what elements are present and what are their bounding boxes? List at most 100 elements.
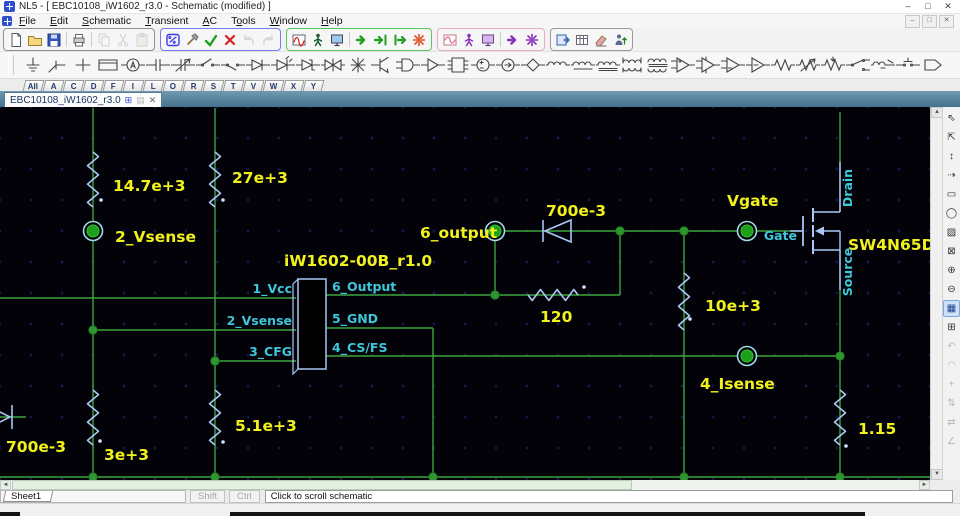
user-icon[interactable] <box>611 31 629 48</box>
maximize-button[interactable]: □ <box>920 1 936 13</box>
letter-tab-s[interactable]: S <box>202 80 225 91</box>
schematic-label[interactable]: 120 <box>540 308 573 326</box>
voltage-source-component-icon[interactable] <box>471 55 495 75</box>
schematic-label[interactable]: 1.15 <box>858 420 896 438</box>
resistor-component-icon[interactable] <box>771 55 795 75</box>
switch-push-component-icon[interactable] <box>896 55 920 75</box>
undo-icon[interactable] <box>240 31 258 48</box>
ac-scope-icon[interactable] <box>441 31 459 48</box>
minimize-button[interactable]: – <box>900 1 916 13</box>
sheet-tab[interactable]: Sheet1 <box>2 491 54 502</box>
menu-tools[interactable]: Tools <box>224 14 263 28</box>
schematic-label[interactable]: 27e+3 <box>232 169 288 187</box>
apply-icon[interactable] <box>202 31 220 48</box>
letter-tab-d[interactable]: D <box>82 80 105 91</box>
led-component-icon[interactable] <box>271 55 295 75</box>
pin-label[interactable]: 1_Vcc <box>253 281 292 297</box>
continue-icon[interactable] <box>391 31 409 48</box>
zoom-window-tool[interactable]: ⊞ <box>943 319 960 336</box>
current-source-component-icon[interactable] <box>496 55 520 75</box>
subcircuit-component-icon[interactable] <box>96 55 120 75</box>
ac-start-icon[interactable] <box>504 31 522 48</box>
logic-gate-component-icon[interactable] <box>396 55 420 75</box>
transient-screen-icon[interactable] <box>328 31 346 48</box>
select-area-tool[interactable]: ⇱ <box>943 129 960 146</box>
resistor[interactable] <box>527 288 579 302</box>
zoom-fit-tool[interactable]: ▦ <box>943 300 960 317</box>
letter-tab-y[interactable]: Y <box>302 80 325 91</box>
letter-tab-i[interactable]: I <box>122 80 145 91</box>
resistor[interactable] <box>86 389 100 446</box>
lamp-component-icon[interactable] <box>346 55 370 75</box>
ctrl-key-button[interactable]: Ctrl <box>229 490 260 503</box>
pin-label[interactable]: 4_CS/FS <box>332 340 387 356</box>
run-icon[interactable] <box>353 31 371 48</box>
angle-tool[interactable]: ∠ <box>943 433 960 450</box>
letter-tab-w[interactable]: W <box>262 80 285 91</box>
pin-label[interactable]: 5_GND <box>332 311 378 327</box>
potentiometer-component-icon[interactable] <box>821 55 845 75</box>
ac-stop-icon[interactable] <box>523 31 541 48</box>
schematic-label[interactable]: Vgate <box>727 192 778 210</box>
rotate-tool[interactable]: ↶ <box>943 338 960 355</box>
pin-label[interactable]: Source <box>840 248 855 297</box>
copy-icon[interactable] <box>95 31 113 48</box>
pin-label[interactable]: 2_Vsense <box>227 313 292 329</box>
switch-nc-component-icon[interactable] <box>221 55 245 75</box>
zoom-out-tool[interactable]: ⊖ <box>943 281 960 298</box>
select-tool[interactable]: ⇖ <box>943 110 960 127</box>
close-button[interactable]: ✕ <box>940 1 956 13</box>
buffer-component-icon[interactable] <box>421 55 445 75</box>
letter-tab-c[interactable]: C <box>62 80 85 91</box>
tools-icon[interactable] <box>183 31 201 48</box>
pin-label[interactable]: Drain <box>840 169 855 207</box>
capacitor-component-icon[interactable] <box>146 55 170 75</box>
resistor[interactable] <box>833 389 847 446</box>
letter-tab-t[interactable]: T <box>222 80 245 91</box>
resistor[interactable] <box>208 389 222 446</box>
schematic-label[interactable]: iW1602-00B_r1.0 <box>284 252 432 270</box>
letter-tab-all[interactable]: All <box>22 80 45 91</box>
ic-body[interactable] <box>297 278 327 370</box>
ammeter-component-icon[interactable] <box>121 55 145 75</box>
document-tab[interactable]: EBC10108_iW1602_r3.0 ⊞ ▤ ✕ <box>4 92 163 107</box>
relay-component-icon[interactable] <box>871 55 895 75</box>
amplifier-component-icon[interactable] <box>746 55 770 75</box>
stop-icon[interactable] <box>410 31 428 48</box>
schematic-icon[interactable]: ⊞ <box>125 95 133 105</box>
ac-run-icon[interactable] <box>460 31 478 48</box>
paste-icon[interactable] <box>133 31 151 48</box>
wire-tool[interactable]: ⇢ <box>943 167 960 184</box>
inductor-coupled-component-icon[interactable] <box>596 55 620 75</box>
opamp-component-icon[interactable] <box>671 55 695 75</box>
letter-tab-a[interactable]: A <box>42 80 65 91</box>
scroll-left-arrow[interactable]: ◄ <box>0 480 11 490</box>
probe[interactable] <box>740 349 754 363</box>
menu-edit[interactable]: Edit <box>43 14 75 28</box>
mdi-minimize-button[interactable]: – <box>905 14 920 28</box>
scroll-right-arrow[interactable]: ► <box>919 480 930 490</box>
schematic-label[interactable]: 2_Vsense <box>115 228 196 246</box>
zoom-in-tool[interactable]: ⊕ <box>943 262 960 279</box>
ground-component-icon[interactable] <box>21 55 45 75</box>
resistor-variable-component-icon[interactable] <box>796 55 820 75</box>
cancel-icon[interactable] <box>221 31 239 48</box>
probe[interactable] <box>86 224 100 238</box>
switch-spdt-component-icon[interactable] <box>846 55 870 75</box>
flip-vertical-tool[interactable]: ⇅ <box>943 395 960 412</box>
flip-horizontal-tool[interactable]: ⇄ <box>943 414 960 431</box>
diode-bidirectional-component-icon[interactable] <box>321 55 345 75</box>
new-file-icon[interactable] <box>7 31 25 48</box>
toolbar-grip[interactable] <box>8 55 14 75</box>
schematic-label[interactable]: 14.7e+3 <box>113 177 186 195</box>
schematic-label[interactable]: 10e+3 <box>705 297 761 315</box>
output-port-component-icon[interactable] <box>921 55 945 75</box>
save-icon[interactable] <box>45 31 63 48</box>
plus-component-icon[interactable] <box>71 55 95 75</box>
open-file-icon[interactable] <box>26 31 44 48</box>
letter-tab-x[interactable]: X <box>282 80 305 91</box>
ellipse-tool[interactable]: ◯ <box>943 205 960 222</box>
transistor-component-icon[interactable] <box>371 55 395 75</box>
schematic-label[interactable]: 4_Isense <box>700 375 775 393</box>
resistor[interactable] <box>86 151 100 208</box>
